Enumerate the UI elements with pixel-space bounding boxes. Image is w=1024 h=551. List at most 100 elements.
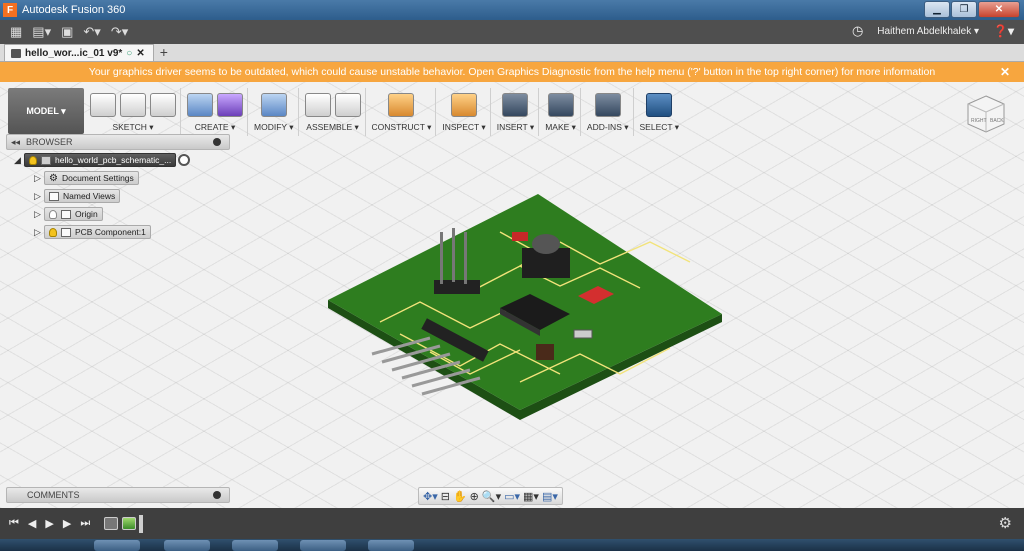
step-back-icon[interactable]: ◀ xyxy=(28,517,36,530)
expand-triangle-icon[interactable]: ▷ xyxy=(34,227,44,238)
inspect-menu-label[interactable]: INSPECT ▾ xyxy=(442,122,485,133)
pan-hand-icon[interactable]: ✋ xyxy=(453,490,467,503)
insert-menu-label[interactable]: INSERT ▾ xyxy=(497,122,535,133)
form-icon[interactable] xyxy=(217,93,243,117)
toolbar-group-assemble[interactable]: ASSEMBLE ▾ xyxy=(301,88,366,136)
look-at-icon[interactable]: ⊟ xyxy=(441,490,450,503)
toolbar-group-addins[interactable]: ADD-INS ▾ xyxy=(583,88,634,136)
toolbar-group-construct[interactable]: CONSTRUCT ▾ xyxy=(368,88,437,136)
taskbar-item[interactable] xyxy=(368,540,414,551)
go-to-start-icon[interactable]: ⏮ xyxy=(9,517,19,530)
sketch-menu-label[interactable]: SKETCH ▾ xyxy=(112,122,153,133)
new-component-icon[interactable] xyxy=(304,93,331,117)
select-menu-label[interactable]: SELECT ▾ xyxy=(640,122,680,133)
expand-triangle-icon[interactable]: ▷ xyxy=(34,173,44,184)
help-icon[interactable]: ❓▾ xyxy=(993,24,1014,38)
modify-menu-label[interactable]: MODIFY ▾ xyxy=(254,122,294,133)
go-to-end-icon[interactable]: ⏭ xyxy=(80,517,90,530)
activate-component-icon[interactable] xyxy=(178,154,191,166)
create-sketch-icon[interactable] xyxy=(90,93,116,117)
save-icon[interactable]: ▣ xyxy=(61,24,73,40)
workspace-switcher[interactable]: MODEL ▾ xyxy=(8,88,84,134)
browser-pin-icon[interactable] xyxy=(213,138,221,146)
tree-root-node[interactable]: hello_world_pcb_schematic_... xyxy=(24,153,177,167)
3d-viewport[interactable]: MODEL ▾ SKETCH ▾ CREATE ▾ MODIFY ▾ ASSEM… xyxy=(0,82,1024,508)
tree-item-named-views[interactable]: ▷ Named Views xyxy=(34,188,230,204)
taskbar-item[interactable] xyxy=(300,540,346,551)
timeline-feature-icon[interactable] xyxy=(104,517,119,530)
viewcube-back-label[interactable]: BACK xyxy=(990,118,1004,124)
arc-icon[interactable] xyxy=(120,93,146,117)
assemble-menu-label[interactable]: ASSEMBLE ▾ xyxy=(306,122,358,133)
document-tab[interactable]: hello_wor...ic_01 v9* ○ ✕ xyxy=(4,44,154,61)
data-panel-grid-icon[interactable]: ▦ xyxy=(10,24,22,40)
minimize-button[interactable]: ▁ xyxy=(924,1,950,18)
new-tab-button[interactable]: + xyxy=(160,44,168,61)
timeline-settings-gear-icon[interactable]: ⚙ xyxy=(999,514,1012,532)
measure-icon[interactable] xyxy=(451,93,478,117)
step-forward-icon[interactable]: ▶ xyxy=(63,517,71,530)
viewports-icon[interactable]: ▤▾ xyxy=(542,490,558,503)
undo-icon[interactable]: ↶▾ xyxy=(83,24,100,40)
toolbar-group-modify[interactable]: MODIFY ▾ xyxy=(250,88,299,136)
comments-panel[interactable]: COMMENTS xyxy=(6,487,230,503)
select-cursor-icon[interactable] xyxy=(646,93,673,117)
user-account-menu[interactable]: Haithem Abdelkhalek ▾ xyxy=(877,26,979,37)
file-menu-icon[interactable]: ▤▾ xyxy=(32,24,51,40)
offset-plane-icon[interactable] xyxy=(388,93,415,117)
press-pull-icon[interactable] xyxy=(260,93,287,117)
joint-icon[interactable] xyxy=(334,93,361,117)
tree-node[interactable]: Named Views xyxy=(44,189,121,203)
construct-menu-label[interactable]: CONSTRUCT ▾ xyxy=(372,122,432,133)
viewcube-right-label[interactable]: RIGHT xyxy=(971,118,987,124)
expand-triangle-icon[interactable]: ◢ xyxy=(14,155,24,166)
addins-menu-label[interactable]: ADD-INS ▾ xyxy=(587,122,629,133)
job-status-clock-icon[interactable]: ◷ xyxy=(852,23,863,39)
taskbar-item[interactable] xyxy=(232,540,278,551)
collapse-browser-icon[interactable]: ◂◂ xyxy=(11,137,20,148)
visibility-bulb-icon[interactable] xyxy=(29,155,37,165)
grid-settings-icon[interactable]: ▦▾ xyxy=(523,490,539,503)
zoom-window-icon[interactable]: ⊕ xyxy=(470,490,479,503)
timeline-marker[interactable] xyxy=(139,514,144,533)
comments-pin-icon[interactable] xyxy=(213,491,221,499)
toolbar-group-select[interactable]: SELECT ▾ xyxy=(636,88,684,136)
extrude-icon[interactable] xyxy=(187,93,213,117)
taskbar-item[interactable] xyxy=(94,540,140,551)
toolbar-group-sketch[interactable]: SKETCH ▾ xyxy=(86,88,181,136)
redo-icon[interactable]: ↷▾ xyxy=(111,24,128,40)
taskbar-item[interactable] xyxy=(164,540,210,551)
make-menu-label[interactable]: MAKE ▾ xyxy=(545,122,576,133)
timeline-feature-icon[interactable] xyxy=(122,517,137,530)
close-tab-icon[interactable]: ✕ xyxy=(136,48,144,59)
maximize-button[interactable]: ❐ xyxy=(951,1,977,18)
3d-print-icon[interactable] xyxy=(547,93,574,117)
dismiss-warning-icon[interactable]: ✕ xyxy=(1000,62,1010,82)
tree-node[interactable]: PCB Component:1 xyxy=(44,225,151,239)
toolbar-group-insert[interactable]: INSERT ▾ xyxy=(493,88,540,136)
toolbar-group-make[interactable]: MAKE ▾ xyxy=(541,88,581,136)
orbit-icon[interactable]: ✥▾ xyxy=(423,490,438,503)
tree-node[interactable]: ⚙ Document Settings xyxy=(44,171,139,185)
insert-image-icon[interactable] xyxy=(502,93,529,117)
visibility-bulb-icon[interactable] xyxy=(49,227,57,237)
tree-item-pcb-component[interactable]: ▷ PCB Component:1 xyxy=(34,224,230,240)
tree-root-row[interactable]: ◢ hello_world_pcb_schematic_... xyxy=(14,152,230,168)
tree-item-origin[interactable]: ▷ Origin xyxy=(34,206,230,222)
tree-item-document-settings[interactable]: ▷ ⚙ Document Settings xyxy=(34,170,230,186)
toolbar-group-create[interactable]: CREATE ▾ xyxy=(183,88,248,136)
rectangle-icon[interactable] xyxy=(150,93,176,117)
play-icon[interactable]: ▶ xyxy=(45,517,53,530)
toolbar-group-inspect[interactable]: INSPECT ▾ xyxy=(438,88,491,136)
create-menu-label[interactable]: CREATE ▾ xyxy=(195,122,235,133)
browser-header[interactable]: ◂◂ BROWSER xyxy=(6,134,230,150)
display-settings-icon[interactable]: ▭▾ xyxy=(504,490,520,503)
zoom-icon[interactable]: 🔍▾ xyxy=(482,490,501,503)
expand-triangle-icon[interactable]: ▷ xyxy=(34,209,44,220)
view-cube[interactable]: RIGHT BACK xyxy=(964,92,1008,136)
tree-node[interactable]: Origin xyxy=(44,207,103,221)
close-window-button[interactable]: ✕ xyxy=(978,1,1020,18)
scripts-icon[interactable] xyxy=(594,93,621,117)
visibility-bulb-icon[interactable] xyxy=(49,209,57,219)
expand-triangle-icon[interactable]: ▷ xyxy=(34,191,44,202)
